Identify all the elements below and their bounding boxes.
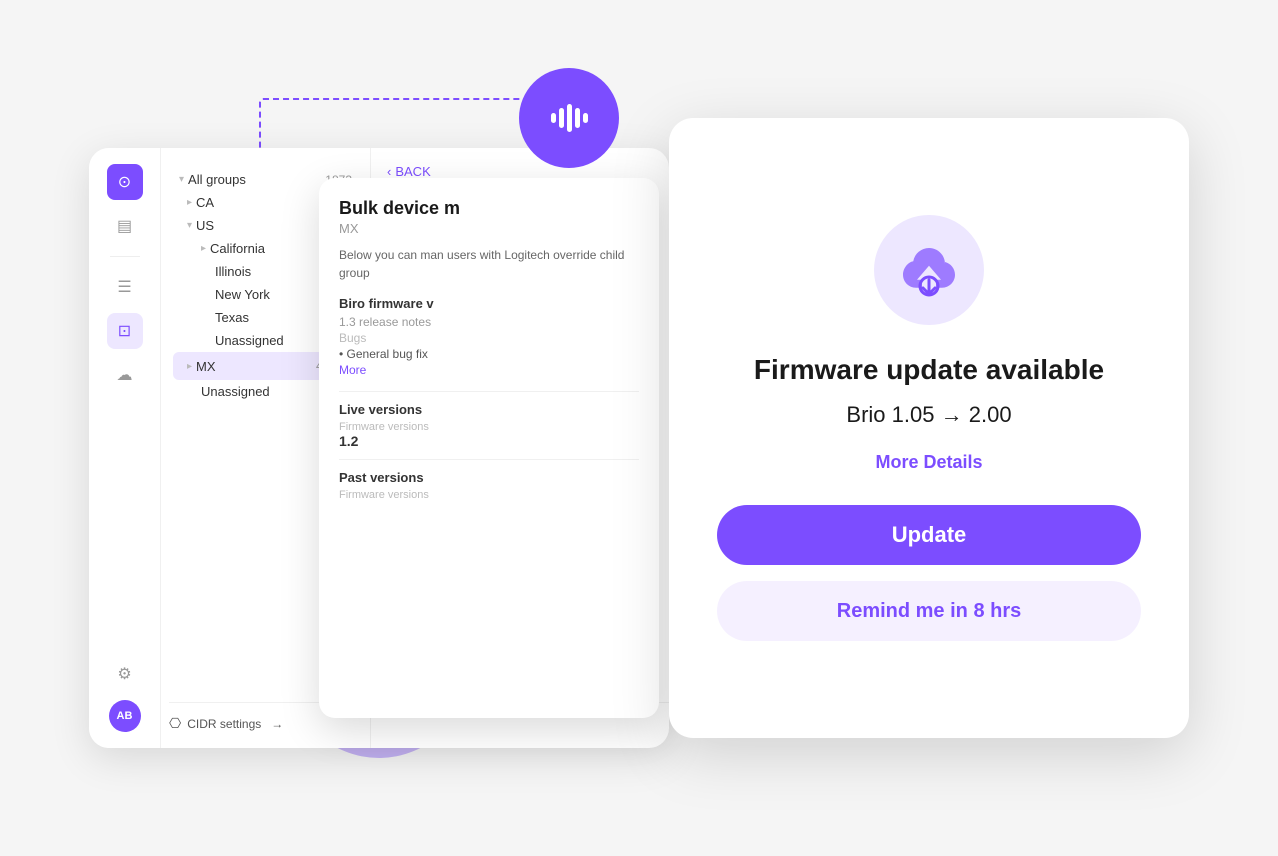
- chevron-icon: ▾: [187, 220, 192, 231]
- group-label: California: [210, 241, 332, 256]
- chevron-icon: ▸: [187, 197, 192, 208]
- sidebar-icon-list[interactable]: ☰: [107, 269, 143, 305]
- cloud-icon-wrap: [874, 215, 984, 325]
- mx-subtitle: MX: [339, 221, 639, 236]
- chevron-left-icon: ‹: [387, 164, 391, 179]
- past-section: Past versions Firmware versions: [339, 459, 639, 501]
- update-button[interactable]: Update: [717, 505, 1141, 565]
- back-label: BACK: [395, 164, 430, 179]
- bug-item: • General bug fix: [339, 347, 639, 361]
- more-details-link[interactable]: More Details: [875, 452, 982, 473]
- remind-button[interactable]: Remind me in 8 hrs: [717, 581, 1141, 641]
- scene: ⊙ ▤ ☰ ⊡ ☁ ⚙ AB ▾: [89, 68, 1189, 788]
- group-label: MX: [196, 359, 316, 374]
- cloud-download-icon: [897, 242, 961, 298]
- fw-version-value: 1.2: [339, 433, 639, 449]
- devices-icon: ⊡: [118, 321, 131, 341]
- sidebar: ⊙ ▤ ☰ ⊡ ☁ ⚙ AB: [89, 148, 161, 748]
- more-link[interactable]: More: [339, 363, 639, 377]
- bugs-label: Bugs: [339, 331, 639, 345]
- fw-versions-label: Firmware versions: [339, 421, 639, 433]
- monitor-icon: ⊙: [118, 172, 131, 192]
- cidr-label: CIDR settings: [187, 717, 261, 731]
- version-text: Brio 1.05 → 2.00: [846, 402, 1011, 428]
- cloud-icon: ☁: [117, 365, 133, 385]
- sidebar-icon-monitor[interactable]: ⊙: [107, 164, 143, 200]
- live-section: Live versions Firmware versions 1.2: [339, 391, 639, 449]
- past-label: Past versions: [339, 470, 639, 485]
- group-label: Unassigned: [201, 384, 339, 399]
- group-label: US: [196, 218, 325, 233]
- cidr-icon: ⎔: [169, 715, 181, 732]
- document-icon: ▤: [117, 216, 132, 236]
- group-label: All groups: [188, 172, 325, 187]
- back-button[interactable]: ‹ BACK: [387, 164, 653, 179]
- sidebar-icon-devices[interactable]: ⊡: [107, 313, 143, 349]
- waveform-icon: [551, 104, 588, 132]
- firmware-section-title: Biro firmware v: [339, 296, 639, 311]
- version-to: 2.00: [969, 402, 1012, 427]
- cidr-arrow: →: [271, 717, 283, 731]
- firmware-modal: Firmware update available Brio 1.05 → 2.…: [669, 118, 1189, 738]
- arrow-icon: →: [941, 402, 969, 427]
- bulk-description: Below you can man users with Logitech ov…: [339, 246, 639, 282]
- bulk-title: Bulk device m: [339, 198, 639, 219]
- sidebar-icon-settings[interactable]: ⚙: [107, 656, 143, 692]
- past-fw-label: Firmware versions: [339, 489, 639, 501]
- version-from: Brio 1.05: [846, 402, 934, 427]
- release-label: 1.3 release notes: [339, 315, 639, 329]
- modal-title: Firmware update available: [754, 353, 1104, 387]
- chevron-icon: ▾: [179, 174, 184, 185]
- sidebar-icon-cloud[interactable]: ☁: [107, 357, 143, 393]
- waveform-circle: [519, 68, 619, 168]
- chevron-icon: ▸: [187, 361, 192, 372]
- live-label: Live versions: [339, 402, 639, 417]
- list-icon: ☰: [117, 277, 131, 297]
- settings-icon: ⚙: [117, 664, 131, 684]
- chevron-icon: ▸: [201, 243, 206, 254]
- avatar: AB: [109, 700, 141, 732]
- bulk-panel: Bulk device m MX Below you can man users…: [319, 178, 659, 718]
- sidebar-icon-document[interactable]: ▤: [107, 208, 143, 244]
- group-label: CA: [196, 195, 332, 210]
